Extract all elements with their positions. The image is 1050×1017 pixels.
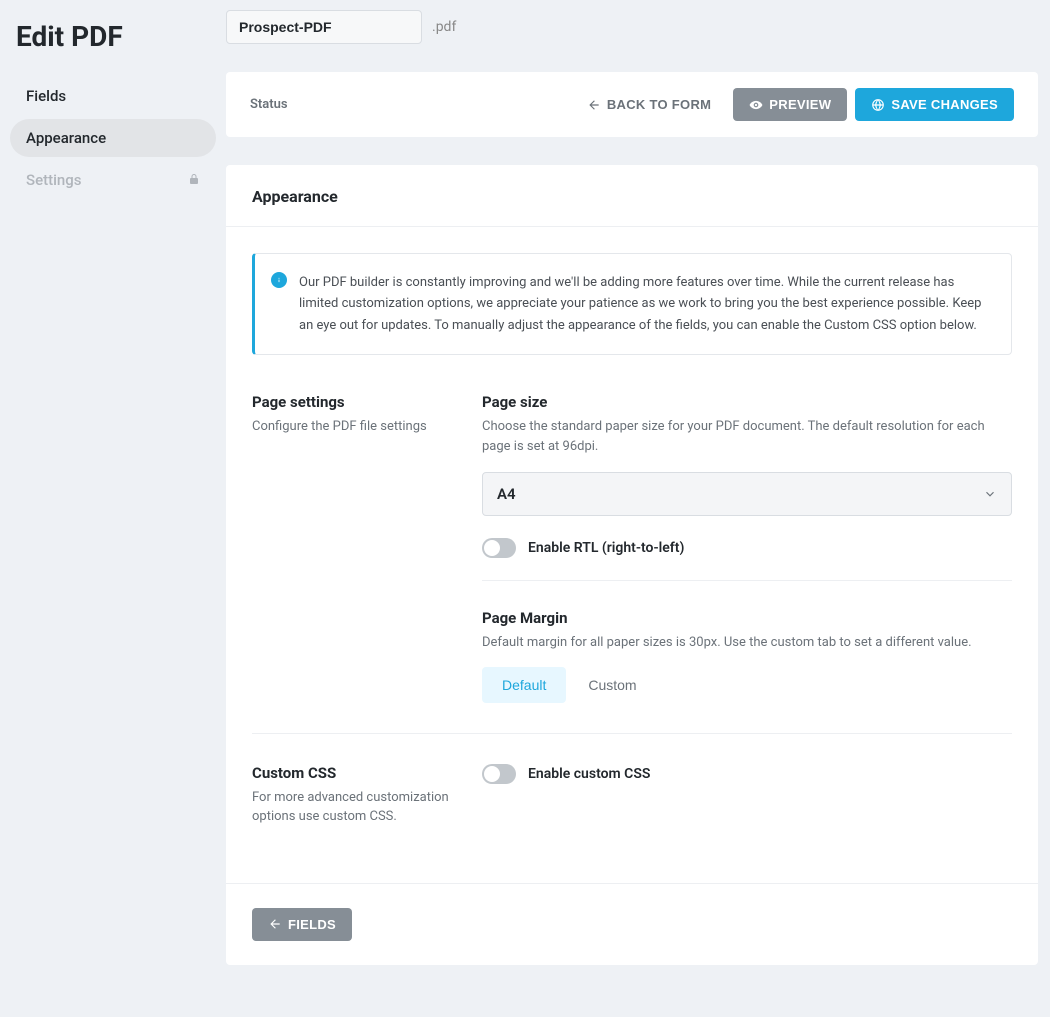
globe-icon (871, 98, 885, 112)
margin-tab-default[interactable]: Default (482, 667, 566, 703)
custom-css-toggle-label: Enable custom CSS (528, 766, 650, 782)
info-icon (271, 272, 287, 288)
fields-label: FIELDS (288, 917, 336, 932)
sidebar-item-label: Appearance (26, 129, 106, 147)
rtl-toggle-label: Enable RTL (right-to-left) (528, 540, 684, 556)
back-label: BACK TO FORM (607, 97, 711, 112)
page-settings-row: Page settings Configure the PDF file set… (252, 393, 1012, 732)
info-banner: Our PDF builder is constantly improving … (252, 253, 1012, 355)
info-text: Our PDF builder is constantly improving … (299, 275, 981, 333)
chevron-down-icon (983, 487, 997, 501)
custom-css-title: Custom CSS (252, 764, 452, 782)
page-settings-desc: Configure the PDF file settings (252, 417, 452, 437)
custom-css-row: Custom CSS For more advanced customizati… (252, 733, 1012, 857)
page-title: Edit PDF (16, 20, 216, 53)
save-changes-button[interactable]: SAVE CHANGES (855, 88, 1014, 121)
custom-css-toggle[interactable] (482, 764, 516, 784)
filename-extension: .pdf (432, 19, 456, 35)
arrow-left-icon (268, 917, 282, 931)
margin-tab-custom[interactable]: Custom (568, 667, 656, 703)
page-margin-desc: Default margin for all paper sizes is 30… (482, 633, 1012, 653)
status-label: Status (250, 97, 288, 112)
arrow-left-icon (587, 98, 601, 112)
back-to-form-button[interactable]: BACK TO FORM (573, 89, 725, 120)
page-margin-title: Page Margin (482, 609, 1012, 627)
page-size-desc: Choose the standard paper size for your … (482, 417, 1012, 457)
fields-button[interactable]: FIELDS (252, 908, 352, 941)
preview-label: PREVIEW (769, 97, 831, 112)
page-settings-title: Page settings (252, 393, 452, 411)
save-label: SAVE CHANGES (891, 97, 998, 112)
sidebar-item-settings: Settings (10, 161, 216, 199)
sidebar-item-label: Settings (26, 171, 82, 189)
eye-icon (749, 98, 763, 112)
appearance-card: Appearance Our PDF builder is constantly… (226, 165, 1038, 965)
lock-icon (188, 171, 200, 189)
custom-css-desc: For more advanced customization options … (252, 788, 452, 827)
page-size-value: A4 (497, 485, 516, 503)
page-size-title: Page size (482, 393, 1012, 411)
sidebar-item-label: Fields (26, 87, 66, 105)
page-size-select[interactable]: A4 (482, 472, 1012, 516)
sidebar-item-fields[interactable]: Fields (10, 77, 216, 115)
filename-input[interactable] (226, 10, 422, 44)
rtl-toggle[interactable] (482, 538, 516, 558)
preview-button[interactable]: PREVIEW (733, 88, 847, 121)
sidebar-item-appearance[interactable]: Appearance (10, 119, 216, 157)
toolbar-card: Status BACK TO FORM PREVIEW SAVE CHANGES (226, 72, 1038, 137)
section-heading: Appearance (226, 165, 1038, 226)
